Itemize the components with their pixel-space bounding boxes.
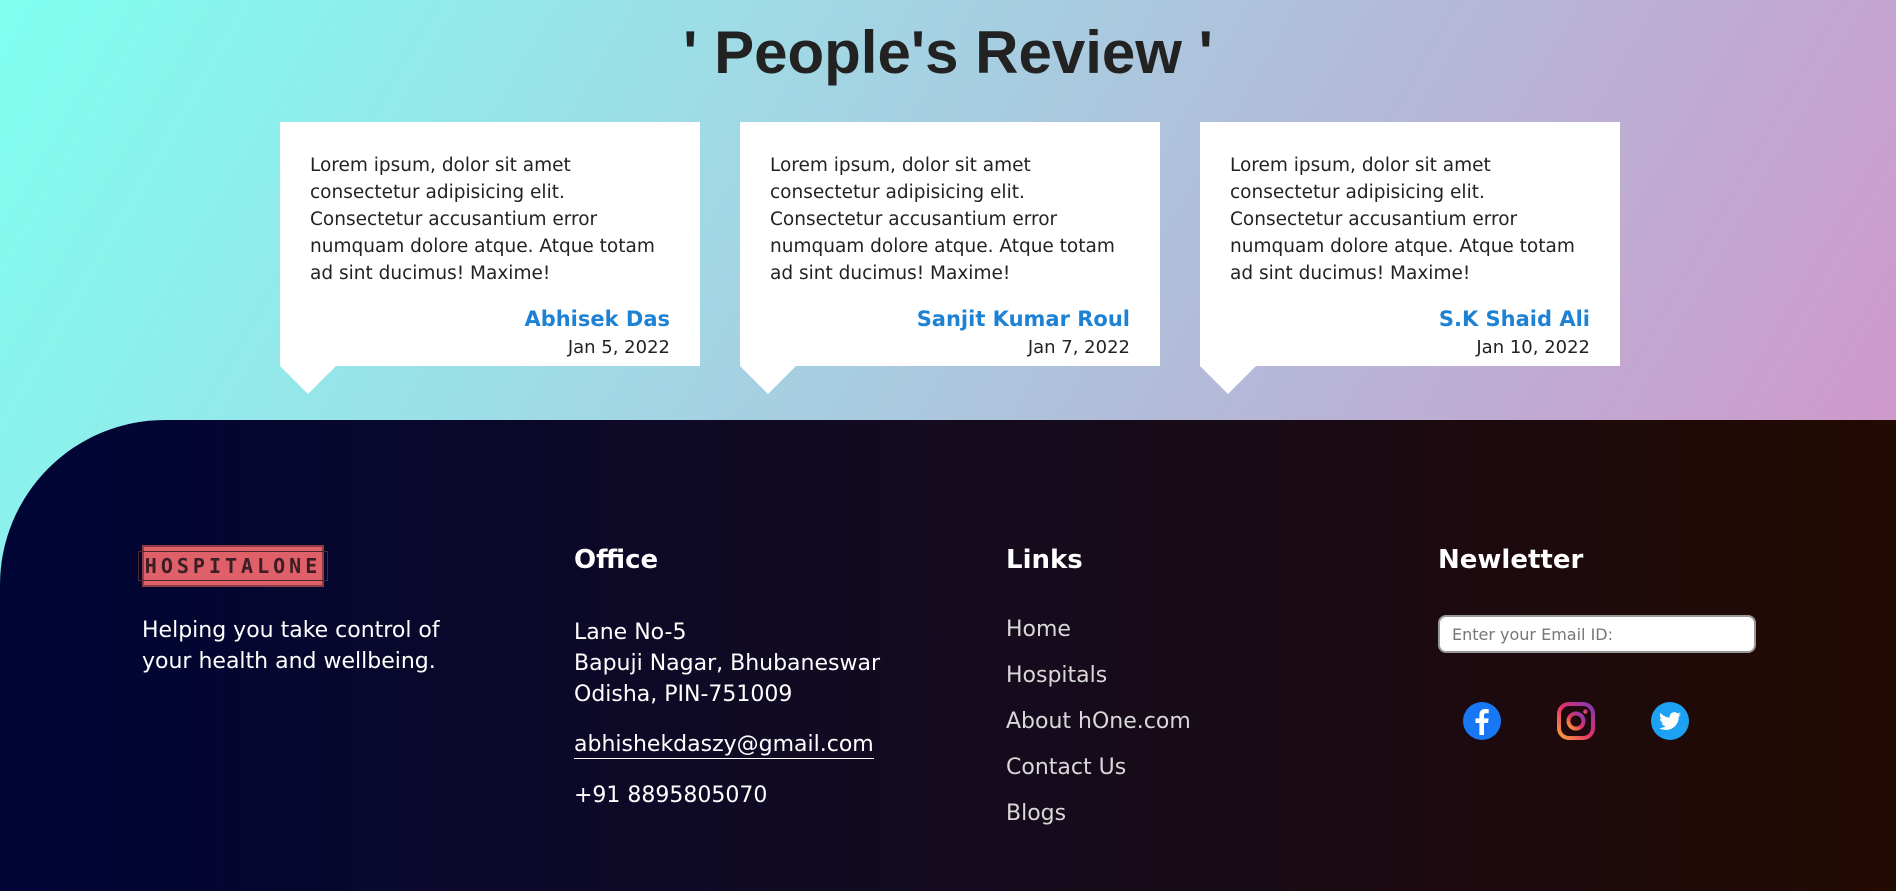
footer-links-list: Home Hospitals About hOne.com Contact Us… bbox=[1006, 615, 1191, 845]
reviews-section: ' People's Review ' Lorem ipsum, dolor s… bbox=[0, 0, 1896, 430]
social-links bbox=[1462, 701, 1756, 747]
footer-link-home[interactable]: Home bbox=[1006, 615, 1191, 661]
links-column: Links Home Hospitals About hOne.com Cont… bbox=[1006, 545, 1191, 845]
instagram-link[interactable] bbox=[1556, 701, 1596, 747]
review-date: Jan 5, 2022 bbox=[567, 337, 670, 358]
facebook-icon bbox=[1463, 702, 1501, 740]
reviews-title: ' People's Review ' bbox=[683, 19, 1213, 86]
twitter-icon bbox=[1651, 702, 1689, 740]
review-author: S.K Shaid Ali bbox=[1438, 307, 1590, 331]
review-text: Lorem ipsum, dolor sit amet consectetur … bbox=[310, 155, 655, 284]
office-column: Office Lane No-5 Bapuji Nagar, Bhubanesw… bbox=[574, 545, 880, 808]
instagram-icon bbox=[1557, 702, 1595, 740]
review-author: Abhisek Das bbox=[524, 307, 670, 331]
links-heading: Links bbox=[1006, 545, 1083, 575]
newsletter-column: Newletter bbox=[1438, 545, 1756, 747]
review-card: Lorem ipsum, dolor sit amet consectetur … bbox=[1200, 122, 1620, 394]
review-cards: Lorem ipsum, dolor sit amet consectetur … bbox=[0, 122, 1896, 422]
office-heading: Office bbox=[574, 545, 659, 575]
footer-link-hospitals[interactable]: Hospitals bbox=[1006, 661, 1191, 707]
address-line: Lane No-5 bbox=[574, 620, 687, 645]
office-address: Lane No-5 Bapuji Nagar, Bhubaneswar Odis… bbox=[574, 617, 880, 710]
footer-tagline: Helping you take control of your health … bbox=[142, 618, 440, 674]
address-line: Odisha, PIN-751009 bbox=[574, 682, 793, 707]
review-date: Jan 7, 2022 bbox=[1027, 337, 1130, 358]
footer-link-about[interactable]: About hOne.com bbox=[1006, 707, 1191, 753]
review-date: Jan 10, 2022 bbox=[1476, 337, 1590, 358]
review-text: Lorem ipsum, dolor sit amet consectetur … bbox=[1230, 155, 1575, 284]
newsletter-heading: Newletter bbox=[1438, 545, 1584, 575]
site-footer: HOSPITALONE Helping you take control of … bbox=[0, 420, 1896, 891]
address-line: Bapuji Nagar, Bhubaneswar bbox=[574, 651, 881, 676]
review-card: Lorem ipsum, dolor sit amet consectetur … bbox=[740, 122, 1160, 394]
footer-link-contact[interactable]: Contact Us bbox=[1006, 753, 1191, 799]
email-link[interactable]: abhishekdaszy@gmail.com bbox=[574, 732, 874, 759]
logo-text: HOSPITALONE bbox=[137, 551, 329, 581]
phone-number: +91 8895805070 bbox=[574, 783, 768, 808]
facebook-link[interactable] bbox=[1462, 701, 1502, 747]
review-card: Lorem ipsum, dolor sit amet consectetur … bbox=[280, 122, 700, 394]
footer-link-blogs[interactable]: Blogs bbox=[1006, 799, 1191, 845]
twitter-link[interactable] bbox=[1650, 701, 1690, 747]
review-text: Lorem ipsum, dolor sit amet consectetur … bbox=[770, 155, 1115, 284]
newsletter-email-input[interactable] bbox=[1438, 615, 1756, 653]
review-author: Sanjit Kumar Roul bbox=[916, 307, 1130, 331]
hospitalone-logo[interactable]: HOSPITALONE bbox=[137, 545, 329, 587]
